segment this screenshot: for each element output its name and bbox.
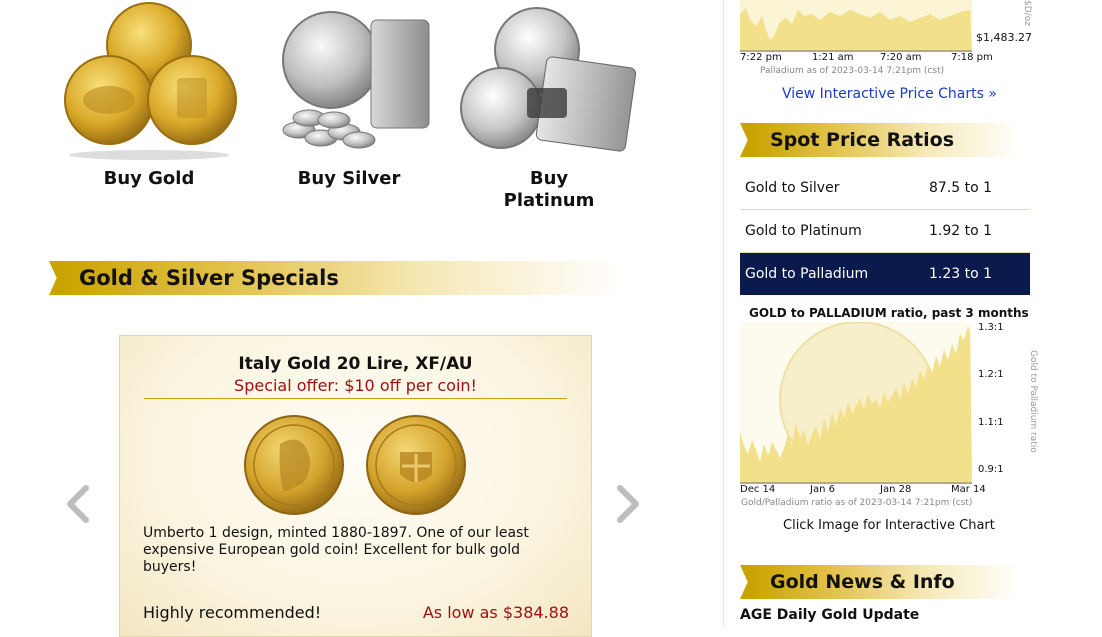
palladium-x-tick-1: 7:22 pm [740, 52, 782, 63]
ratio-row-gold-palladium[interactable]: Gold to Palladium 1.23 to 1 [740, 253, 1030, 295]
ratio-row-gold-platinum[interactable]: Gold to Platinum 1.92 to 1 [740, 210, 1030, 253]
specials-banner: Gold & Silver Specials [49, 261, 624, 295]
lire-coins-image[interactable] [244, 414, 468, 516]
palladium-side-label: $D/oz [1022, 0, 1032, 26]
platinum-bullion-image [460, 7, 637, 152]
ratio-chart-title: GOLD to PALLADIUM ratio, past 3 months [749, 306, 1029, 320]
column-divider [723, 0, 724, 627]
ratio-x-tick-3: Jan 28 [880, 484, 912, 495]
ratio-label: Gold to Silver [745, 180, 840, 196]
palladium-x-tick-3: 7:20 am [880, 52, 922, 63]
ratios-heading: Spot Price Ratios [770, 129, 955, 151]
special-offer-card[interactable]: Italy Gold 20 Lire, XF/AU Special offer:… [119, 335, 592, 637]
ratio-value: 87.5 to 1 [929, 180, 993, 196]
product-description: Umberto 1 design, minted 1880-1897. One … [143, 525, 529, 575]
ratio-value: 1.23 to 1 [929, 266, 993, 282]
interactive-ratio-chart-link[interactable]: Click Image for Interactive Chart [783, 518, 995, 533]
silver-bullion-image [282, 11, 430, 149]
news-banner: Gold News & Info [740, 565, 1020, 599]
ratio-label: Gold to Palladium [745, 266, 869, 282]
news-heading: Gold News & Info [770, 571, 955, 593]
ratio-label: Gold to Platinum [745, 223, 862, 239]
buy-gold-tile[interactable]: Buy Gold [49, 0, 249, 190]
carousel-next-button[interactable] [614, 484, 644, 528]
ratio-value: 1.92 to 1 [929, 223, 993, 239]
product-title[interactable]: Italy Gold 20 Lire, XF/AU [120, 354, 591, 374]
buy-platinum-tile[interactable]: Buy Platinum [449, 0, 649, 212]
palladium-caption: Palladium as of 2023-03-14 7:21pm (cst) [760, 66, 945, 76]
ratio-y-tick-4: 0.9:1 [978, 464, 1004, 475]
buy-platinum-label[interactable]: Buy Platinum [494, 168, 604, 212]
palladium-x-tick-2: 1:21 am [812, 52, 854, 63]
ratio-x-tick-2: Jan 6 [810, 484, 835, 495]
recommendation-text: Highly recommended! [143, 603, 322, 622]
ratio-caption: Gold/Palladium ratio as of 2023-03-14 7:… [741, 498, 973, 508]
chevron-right-icon [617, 485, 639, 523]
ratio-y-tick-1: 1.3:1 [978, 322, 1004, 333]
ratio-chart[interactable]: 1.3:1 1.2:1 1.1:1 0.9:1 Gold to Palladiu… [740, 321, 1040, 512]
gold-coins-image [64, 2, 237, 160]
interactive-charts-link[interactable]: View Interactive Price Charts » [782, 86, 997, 102]
ratio-side-label: Gold to Palladium ratio [1028, 350, 1038, 453]
offer-text: Special offer: $10 off per coin! [234, 376, 477, 395]
chevron-left-icon [67, 485, 89, 523]
ratios-banner: Spot Price Ratios [740, 123, 1020, 157]
carousel-prev-button[interactable] [62, 484, 92, 528]
ratio-row-gold-silver[interactable]: Gold to Silver 87.5 to 1 [740, 167, 1030, 210]
ratio-x-tick-4: Mar 14 [951, 484, 986, 495]
ratio-table: Gold to Silver 87.5 to 1 Gold to Platinu… [740, 167, 1030, 295]
buy-silver-label[interactable]: Buy Silver [249, 168, 449, 190]
ratio-x-tick-1: Dec 14 [740, 484, 776, 495]
specials-heading: Gold & Silver Specials [79, 266, 339, 290]
palladium-chart[interactable]: $1,483.27 $D/oz 7:22 pm 1:21 am 7:20 am … [740, 0, 1040, 76]
ratio-y-tick-2: 1.2:1 [978, 369, 1004, 380]
palladium-chart-plot [740, 0, 972, 52]
buy-silver-tile[interactable]: Buy Silver [249, 0, 449, 190]
palladium-last-value: $1,483.27 [976, 31, 1032, 44]
divider [144, 398, 567, 399]
price-text: As low as $384.88 [422, 603, 569, 622]
news-item-link[interactable]: AGE Daily Gold Update [740, 607, 919, 623]
palladium-x-tick-4: 7:18 pm [951, 52, 993, 63]
ratio-y-tick-3: 1.1:1 [978, 417, 1004, 428]
buy-gold-label[interactable]: Buy Gold [49, 168, 249, 190]
